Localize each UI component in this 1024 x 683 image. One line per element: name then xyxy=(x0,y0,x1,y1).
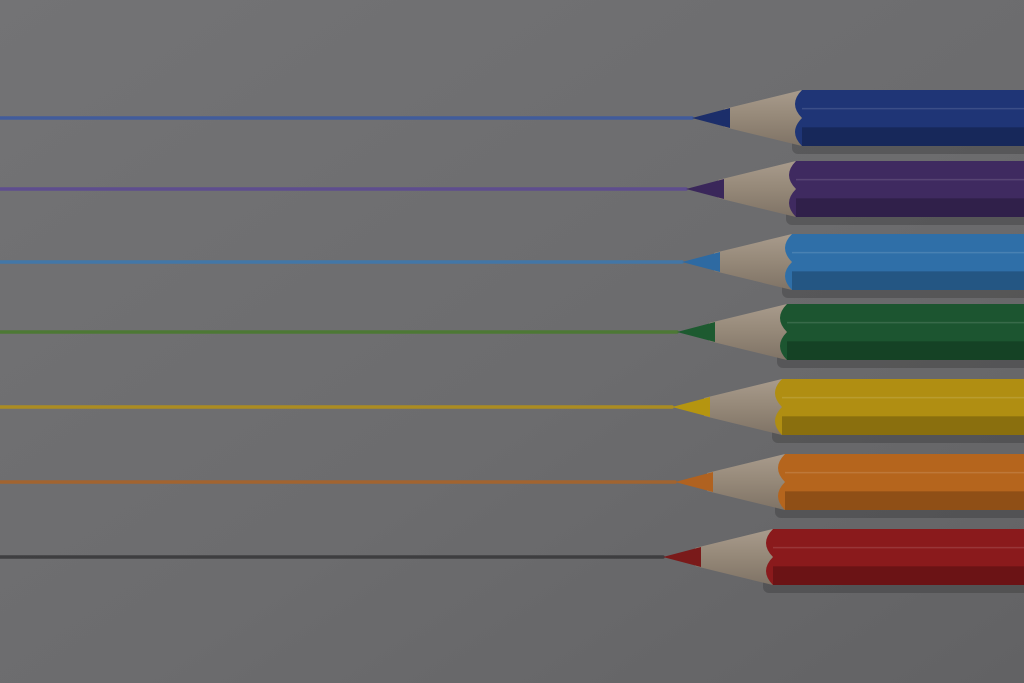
pencil-body-facet xyxy=(787,341,1024,360)
pencil-body-facet xyxy=(792,271,1024,290)
pencil-body-facet xyxy=(796,198,1024,217)
pencil-body-facet xyxy=(773,566,1024,585)
pencil-body-facet xyxy=(802,127,1024,146)
pencil-body-facet xyxy=(785,491,1024,510)
colored-pencils-photo xyxy=(0,0,1024,683)
pencil-body-facet xyxy=(782,416,1024,435)
